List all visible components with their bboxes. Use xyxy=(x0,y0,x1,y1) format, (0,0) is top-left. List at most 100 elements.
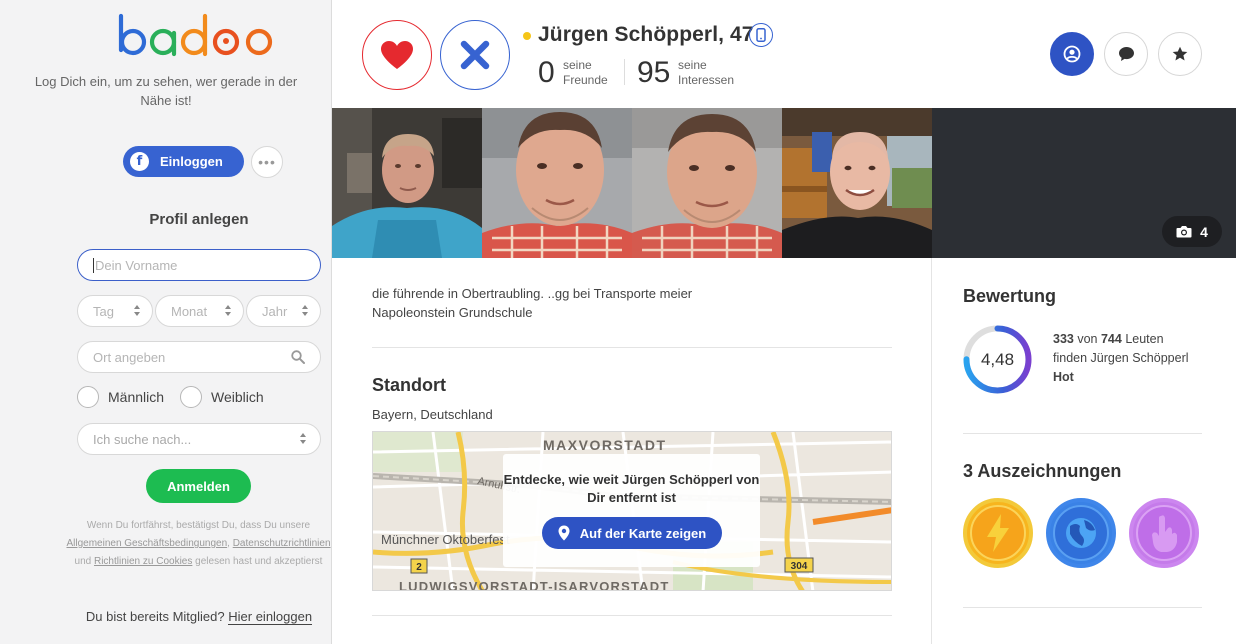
facebook-login-label: Einloggen xyxy=(160,154,223,169)
star-icon xyxy=(1172,46,1188,61)
birth-day-value: Tag xyxy=(93,303,114,319)
awards-title: 3 Auszeichnungen xyxy=(963,461,1122,481)
favorite-button[interactable] xyxy=(1158,32,1202,76)
rating-score: 4,48 xyxy=(981,350,1014,369)
first-name-input[interactable]: Dein Vorname xyxy=(77,249,321,281)
legal-notice: Wenn Du fortfährst, bestätigst Du, dass … xyxy=(60,517,337,571)
terms-link[interactable]: Allgemeinen Geschäftsbedingungen xyxy=(66,538,227,549)
user-profile-icon xyxy=(1063,45,1081,63)
male-label[interactable]: Männlich xyxy=(108,389,164,405)
select-caret-icon xyxy=(225,305,232,317)
globe-badge-icon[interactable] xyxy=(1046,498,1116,568)
legal-text-end: gelesen hast und akzeptierst xyxy=(195,556,323,567)
map-label-maxvorstadt: MAXVORSTADT xyxy=(543,437,667,453)
birth-day-select[interactable]: Tag xyxy=(77,295,153,327)
member-login-link[interactable]: Hier einloggen xyxy=(228,609,313,625)
legal-separator: , xyxy=(227,538,230,549)
cookies-link[interactable]: Richtlinien zu Cookies xyxy=(94,556,192,567)
location-input[interactable]: Ort angeben xyxy=(77,341,321,373)
photo-count-badge[interactable]: 4 xyxy=(1162,216,1222,247)
stat-divider xyxy=(624,59,625,85)
show-on-map-label: Auf der Karte zeigen xyxy=(579,525,707,541)
profile-photo-4[interactable] xyxy=(782,108,932,258)
birth-month-select[interactable]: Monat xyxy=(155,295,244,327)
select-caret-icon xyxy=(134,305,141,317)
male-radio[interactable] xyxy=(77,386,99,408)
map-label-oktoberfest: Münchner Oktoberfest xyxy=(381,532,510,547)
mobile-user-badge xyxy=(749,23,773,47)
map-pin-icon xyxy=(558,525,570,541)
facebook-login-button[interactable]: f Einloggen xyxy=(123,146,244,177)
facebook-icon: f xyxy=(130,152,149,171)
hand-badge-icon[interactable] xyxy=(1129,498,1199,568)
map-label-ludwigsvorstadt: LUDWIGSVORSTADT-ISARVORSTADT xyxy=(399,579,670,591)
more-login-options-button[interactable]: ••• xyxy=(251,146,283,178)
photo-count-value: 4 xyxy=(1200,223,1208,240)
chat-bubble-icon xyxy=(1118,47,1134,61)
birth-month-value: Monat xyxy=(171,303,208,319)
friends-count[interactable]: 0 xyxy=(538,56,555,90)
birth-year-value: Jahr xyxy=(262,303,288,319)
rating-gauge: 4,48 xyxy=(963,325,1032,394)
register-button[interactable]: Anmelden xyxy=(146,469,251,503)
birth-year-select[interactable]: Jahr xyxy=(246,295,321,327)
profile-photo-1[interactable] xyxy=(332,108,482,258)
sidebar: Log Dich ein, um zu sehen, wer gerade in… xyxy=(0,0,332,644)
rating-count: 333 xyxy=(1053,332,1074,346)
online-status-dot xyxy=(523,32,531,40)
member-question: Du bist bereits Mitglied? xyxy=(85,609,225,624)
interests-label-line1: seine xyxy=(678,58,707,72)
rating-people: Leuten xyxy=(1125,332,1164,346)
heart-icon xyxy=(381,41,413,69)
profile-view-button[interactable] xyxy=(1050,32,1094,76)
friends-label-line2: Freunde xyxy=(563,73,608,87)
phone-icon xyxy=(756,28,766,42)
select-caret-icon xyxy=(300,433,307,445)
distance-card: Entdecke, wie weit Jürgen Schöpperl von … xyxy=(503,454,760,567)
right-panel xyxy=(931,258,1236,644)
location-text: Bayern, Deutschland xyxy=(372,407,493,422)
interests-label[interactable]: seine Interessen xyxy=(678,58,734,88)
gender-options: Männlich Weiblich xyxy=(77,386,264,408)
close-icon xyxy=(460,40,490,70)
section-divider xyxy=(963,607,1202,608)
road-shield-304: 304 xyxy=(791,561,808,572)
friends-label[interactable]: seine Freunde xyxy=(563,58,608,88)
location-section-title: Standort xyxy=(372,375,446,395)
distance-card-text: Entdecke, wie weit Jürgen Schöpperl von … xyxy=(503,472,760,505)
first-name-placeholder: Dein Vorname xyxy=(95,257,178,273)
section-divider xyxy=(372,347,892,348)
camera-icon xyxy=(1176,226,1192,238)
rating-description: 333 von 744 Leuten finden Jürgen Schöppe… xyxy=(1053,330,1223,387)
profile-name-age: Jürgen Schöpperl, 47 xyxy=(538,23,754,46)
legal-and: und xyxy=(74,556,92,567)
select-caret-icon xyxy=(302,305,309,317)
friends-label-line1: seine xyxy=(563,58,592,72)
message-button[interactable] xyxy=(1104,32,1148,76)
profile-photo-3[interactable] xyxy=(632,108,782,258)
female-radio[interactable] xyxy=(180,386,203,408)
pass-button[interactable] xyxy=(440,20,510,90)
lightning-badge-icon[interactable] xyxy=(963,498,1033,568)
privacy-link[interactable]: Datenschutzrichtlinien xyxy=(233,538,331,549)
profile-photo-2[interactable] xyxy=(482,108,632,258)
about-text: die führende in Obertraubling. ..gg bei … xyxy=(372,286,693,320)
rating-title: Bewertung xyxy=(963,286,1057,306)
interests-label-line2: Interessen xyxy=(678,73,735,87)
looking-for-select[interactable]: Ich suche nach... xyxy=(77,423,321,455)
looking-for-value: Ich suche nach... xyxy=(93,431,192,447)
show-on-map-button[interactable]: Auf der Karte zeigen xyxy=(542,517,722,549)
like-button[interactable] xyxy=(362,20,432,90)
female-label[interactable]: Weiblich xyxy=(211,389,264,405)
section-divider xyxy=(372,615,892,616)
badoo-logo[interactable] xyxy=(116,12,281,62)
rating-of: von xyxy=(1077,332,1098,346)
location-placeholder: Ort angeben xyxy=(93,349,166,365)
rating-find-text: finden Jürgen Schöpperl xyxy=(1053,351,1189,365)
photo-strip xyxy=(332,108,1236,258)
member-login-prompt: Du bist bereits Mitglied? Hier einloggen xyxy=(0,609,398,625)
interests-count[interactable]: 95 xyxy=(637,56,670,90)
rating-verdict: Hot xyxy=(1053,370,1074,384)
login-tagline: Log Dich ein, um zu sehen, wer gerade in… xyxy=(34,74,298,108)
text-cursor xyxy=(93,257,94,273)
